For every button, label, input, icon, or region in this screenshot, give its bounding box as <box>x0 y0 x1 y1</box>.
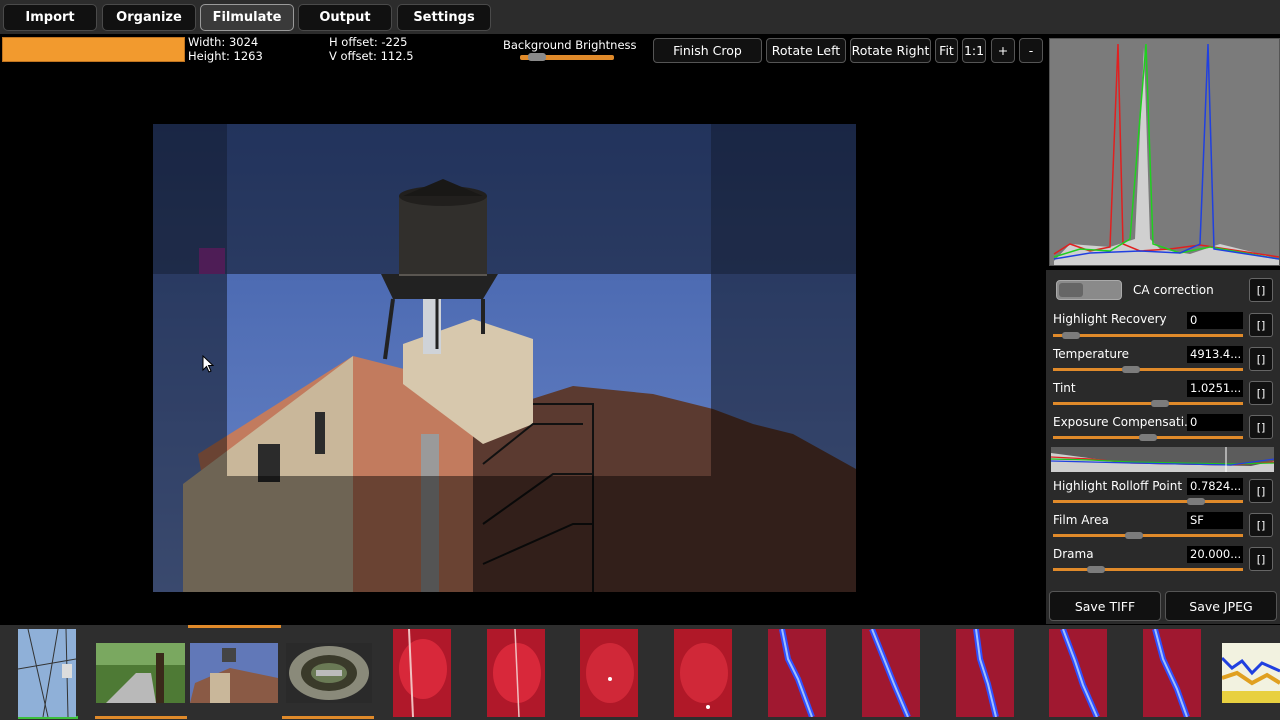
zoom-out-button[interactable]: - <box>1019 38 1043 63</box>
current-thumb-marker <box>188 625 281 628</box>
thumbnail[interactable] <box>96 643 185 703</box>
highlight-recovery-value[interactable]: 0 <box>1187 312 1243 329</box>
thumbnail[interactable] <box>580 629 638 717</box>
h-offset: H offset: -225 <box>329 35 408 49</box>
highlight-rolloff-knob[interactable] <box>1187 498 1206 505</box>
drama-slider[interactable] <box>1053 568 1243 571</box>
crop-width: Width: 3024 <box>188 35 259 49</box>
tint-knob[interactable] <box>1151 400 1170 407</box>
ca-correction-toggle[interactable] <box>1056 280 1122 300</box>
fit-button[interactable]: Fit <box>935 38 958 63</box>
tab-output[interactable]: Output <box>298 4 392 31</box>
histogram <box>1049 38 1280 266</box>
mini-histogram <box>1050 447 1275 472</box>
tab-bar: Import Organize Filmulate Output Setting… <box>0 0 1280 34</box>
thumbnail[interactable] <box>18 629 76 717</box>
highlight-rolloff-slider[interactable] <box>1053 500 1243 503</box>
highlight-recovery-label: Highlight Recovery <box>1053 312 1167 326</box>
temperature-value[interactable]: 4913.4... <box>1187 346 1243 363</box>
exposure-compensation-knob[interactable] <box>1139 434 1157 441</box>
temperature-knob[interactable] <box>1121 366 1140 373</box>
thumbnail[interactable] <box>190 643 278 703</box>
tab-import[interactable]: Import <box>3 4 97 31</box>
highlight-rolloff-label: Highlight Rolloff Point <box>1053 479 1183 493</box>
thumb-marker <box>95 716 187 719</box>
temperature-slider[interactable] <box>1053 368 1243 371</box>
adjustment-panel: CA correction [] Highlight Recovery 0 []… <box>1046 270 1280 588</box>
highlight-rolloff-value[interactable]: 0.7824... <box>1187 478 1243 495</box>
one-to-one-button[interactable]: 1:1 <box>962 38 986 63</box>
save-jpeg-button[interactable]: Save JPEG <box>1165 591 1277 621</box>
thumbnail[interactable] <box>674 629 732 717</box>
tint-label: Tint <box>1053 381 1076 395</box>
drama-value[interactable]: 20.000... <box>1187 546 1243 563</box>
thumbnail[interactable] <box>1222 643 1280 703</box>
filmstrip <box>0 625 1280 720</box>
highlight-recovery-knob[interactable] <box>1061 332 1080 339</box>
drama-knob[interactable] <box>1087 566 1106 573</box>
thumbnail[interactable] <box>393 629 451 717</box>
film-area-value[interactable]: SF <box>1187 512 1243 529</box>
ca-correction-reset-button[interactable]: [] <box>1249 278 1273 302</box>
tab-settings[interactable]: Settings <box>397 4 491 31</box>
ca-correction-label: CA correction <box>1133 283 1214 297</box>
tint-slider[interactable] <box>1053 402 1243 405</box>
thumbnail[interactable] <box>862 629 920 717</box>
thumbnail[interactable] <box>1049 629 1107 717</box>
thumbnail[interactable] <box>768 629 826 717</box>
rotate-right-button[interactable]: Rotate Right <box>850 38 931 63</box>
finish-crop-button[interactable]: Finish Crop <box>653 38 762 63</box>
rotate-left-button[interactable]: Rotate Left <box>766 38 846 63</box>
thumbnail[interactable] <box>487 629 545 717</box>
mouse-pointer-icon <box>202 354 215 377</box>
film-area-slider[interactable] <box>1053 534 1243 537</box>
thumbnail[interactable] <box>286 643 372 703</box>
tint-reset-button[interactable]: [] <box>1249 381 1273 405</box>
film-area-label: Film Area <box>1053 513 1109 527</box>
exposure-compensation-value[interactable]: 0 <box>1187 414 1243 431</box>
highlight-rolloff-reset-button[interactable]: [] <box>1249 479 1273 503</box>
crop-toolbar: Width: 3024 Height: 1263 H offset: -225 … <box>0 34 1046 66</box>
drama-reset-button[interactable]: [] <box>1249 547 1273 571</box>
film-area-knob[interactable] <box>1125 532 1144 539</box>
crop-height: Height: 1263 <box>188 49 263 63</box>
film-area-reset-button[interactable]: [] <box>1249 513 1273 537</box>
photo-canvas[interactable] <box>153 124 856 592</box>
exposure-compensation-label: Exposure Compensati... <box>1053 415 1196 429</box>
highlight-recovery-slider[interactable] <box>1053 334 1243 337</box>
save-tiff-button[interactable]: Save TIFF <box>1049 591 1161 621</box>
thumbnail[interactable] <box>1143 629 1201 717</box>
temperature-label: Temperature <box>1053 347 1130 361</box>
save-bar: Save TIFF Save JPEG <box>1046 588 1280 624</box>
zoom-in-button[interactable]: + <box>991 38 1015 63</box>
thumb-marker <box>282 716 374 719</box>
drama-label: Drama <box>1053 547 1094 561</box>
background-brightness-label: Background Brightness <box>503 38 637 52</box>
v-offset: V offset: 112.5 <box>329 49 414 63</box>
tint-value[interactable]: 1.0251... <box>1187 380 1243 397</box>
background-brightness-knob[interactable] <box>527 53 546 61</box>
temperature-reset-button[interactable]: [] <box>1249 347 1273 371</box>
exposure-compensation-reset-button[interactable]: [] <box>1249 415 1273 439</box>
tab-filmulate[interactable]: Filmulate <box>200 4 294 31</box>
thumbnail[interactable] <box>956 629 1014 717</box>
progress-bar <box>2 37 185 62</box>
highlight-recovery-reset-button[interactable]: [] <box>1249 313 1273 337</box>
tab-organize[interactable]: Organize <box>102 4 196 31</box>
